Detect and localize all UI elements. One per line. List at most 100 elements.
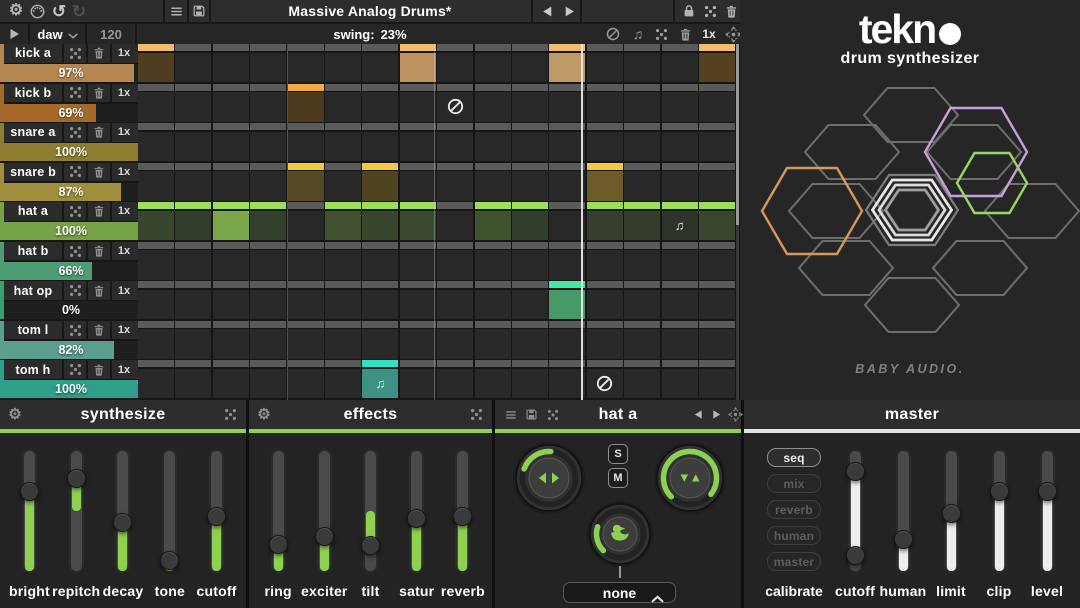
step-cell-hat-b-7[interactable]: [362, 242, 398, 280]
step-body[interactable]: [325, 290, 361, 320]
step-velocity[interactable]: [250, 360, 286, 367]
step-velocity[interactable]: [437, 360, 473, 367]
step-body[interactable]: [549, 369, 585, 399]
step-velocity[interactable]: [213, 202, 249, 209]
step-cell-hat-op-9[interactable]: [437, 281, 473, 319]
step-cell-hat-op-6[interactable]: [325, 281, 361, 319]
step-cell-tom-l-15[interactable]: [662, 321, 698, 359]
step-body[interactable]: [138, 53, 174, 83]
step-body[interactable]: [437, 132, 473, 162]
step-cell-kick-b-7[interactable]: [362, 84, 398, 122]
step-body[interactable]: [138, 250, 174, 280]
step-cell-tom-h-5[interactable]: [288, 360, 324, 398]
slider-handle[interactable]: [990, 482, 1009, 501]
step-velocity[interactable]: [400, 44, 436, 51]
step-velocity[interactable]: [400, 281, 436, 288]
midi-icon[interactable]: [27, 0, 47, 22]
step-cell-hat-b-12[interactable]: [549, 242, 585, 280]
step-velocity[interactable]: [138, 202, 174, 209]
step-velocity[interactable]: [400, 123, 436, 130]
step-velocity[interactable]: [512, 360, 548, 367]
step-velocity[interactable]: [250, 202, 286, 209]
step-body[interactable]: [662, 250, 698, 280]
step-velocity[interactable]: [138, 163, 174, 170]
step-velocity[interactable]: [587, 44, 623, 51]
voice-prev-icon[interactable]: [691, 400, 706, 429]
step-velocity[interactable]: [400, 163, 436, 170]
step-cell-snare-b-3[interactable]: [213, 163, 249, 201]
step-body[interactable]: [475, 369, 511, 399]
track-dice-icon[interactable]: [62, 360, 86, 379]
step-body[interactable]: [512, 329, 548, 359]
step-cell-hat-a-16[interactable]: [699, 202, 735, 240]
step-body[interactable]: [138, 211, 174, 241]
step-velocity[interactable]: [699, 281, 735, 288]
step-velocity[interactable]: [138, 360, 174, 367]
step-body[interactable]: [587, 250, 623, 280]
step-velocity[interactable]: [362, 202, 398, 209]
step-body[interactable]: [362, 53, 398, 83]
step-velocity[interactable]: [362, 281, 398, 288]
step-velocity[interactable]: [288, 84, 324, 91]
step-cell-kick-a-9[interactable]: [437, 44, 473, 82]
step-velocity[interactable]: [549, 360, 585, 367]
step-body[interactable]: [475, 53, 511, 83]
step-cell-tom-h-8[interactable]: [400, 360, 436, 398]
scrollbar-thumb[interactable]: [736, 44, 739, 225]
step-body[interactable]: [288, 290, 324, 320]
step-body[interactable]: [138, 132, 174, 162]
step-body[interactable]: [288, 171, 324, 201]
tune-knob[interactable]: [652, 440, 728, 516]
step-body[interactable]: [662, 329, 698, 359]
step-cell-hat-op-10[interactable]: [475, 281, 511, 319]
slider-track[interactable]: [115, 449, 130, 573]
track-name[interactable]: kick b: [4, 84, 62, 103]
step-velocity[interactable]: [175, 163, 211, 170]
step-cell-hat-op-13[interactable]: [587, 281, 623, 319]
step-body[interactable]: [699, 171, 735, 201]
step-body[interactable]: [362, 329, 398, 359]
step-cell-kick-a-13[interactable]: [587, 44, 623, 82]
step-body[interactable]: [175, 132, 211, 162]
step-body[interactable]: [699, 290, 735, 320]
step-cell-hat-a-10[interactable]: [475, 202, 511, 240]
step-body[interactable]: [250, 250, 286, 280]
step-velocity[interactable]: [512, 44, 548, 51]
step-velocity[interactable]: [362, 163, 398, 170]
step-body[interactable]: [699, 211, 735, 241]
step-cell-tom-h-16[interactable]: [699, 360, 735, 398]
step-body[interactable]: [400, 92, 436, 122]
step-velocity[interactable]: [587, 360, 623, 367]
step-body[interactable]: [175, 53, 211, 83]
slider-handle[interactable]: [67, 469, 86, 488]
step-body[interactable]: [624, 132, 660, 162]
step-body[interactable]: [549, 53, 585, 83]
step-velocity[interactable]: [512, 84, 548, 91]
step-cell-snare-b-10[interactable]: [475, 163, 511, 201]
master-tab-reverb[interactable]: reverb: [767, 500, 821, 519]
step-cell-snare-b-8[interactable]: [400, 163, 436, 201]
step-body[interactable]: [662, 92, 698, 122]
track-name[interactable]: snare a: [4, 123, 62, 142]
step-cell-tom-l-5[interactable]: [288, 321, 324, 359]
step-body[interactable]: [437, 250, 473, 280]
step-velocity[interactable]: [288, 202, 324, 209]
step-body[interactable]: [624, 171, 660, 201]
step-body[interactable]: [325, 132, 361, 162]
step-cell-kick-b-3[interactable]: [213, 84, 249, 122]
track-repeat-button[interactable]: 1x: [110, 84, 136, 103]
step-velocity[interactable]: [475, 84, 511, 91]
step-velocity[interactable]: [624, 242, 660, 249]
step-cell-snare-a-15[interactable]: [662, 123, 698, 161]
step-velocity[interactable]: [400, 202, 436, 209]
step-velocity[interactable]: [325, 360, 361, 367]
step-velocity[interactable]: [662, 242, 698, 249]
track-trash-icon[interactable]: [86, 123, 110, 142]
step-body[interactable]: [325, 53, 361, 83]
step-velocity[interactable]: [400, 321, 436, 328]
step-cell-tom-l-14[interactable]: [624, 321, 660, 359]
step-velocity[interactable]: [175, 84, 211, 91]
step-body[interactable]: [400, 211, 436, 241]
track-probability-bar[interactable]: 97%: [4, 64, 138, 82]
step-cell-hat-op-11[interactable]: [512, 281, 548, 319]
